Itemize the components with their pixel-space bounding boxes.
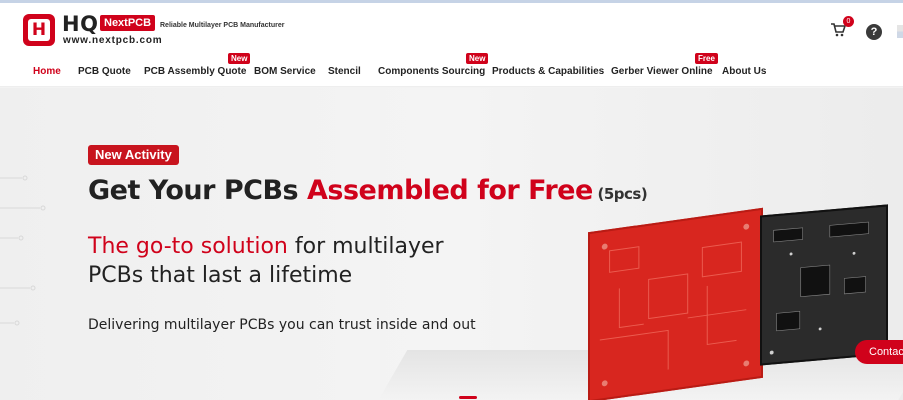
nav-about-us[interactable]: About Us	[722, 66, 766, 77]
red-pcb-traces	[599, 223, 750, 387]
headline-part1: Get Your PCBs	[88, 175, 307, 206]
nav-home[interactable]: Home	[33, 66, 61, 77]
hero-subheadline-line1: The go-to solution for multilayer	[88, 234, 444, 259]
help-icon[interactable]: ?	[866, 24, 882, 40]
hero-subheadline-line2: PCBs that last a lifetime	[88, 263, 353, 288]
main-nav: Home PCB Quote PCB Assembly Quote New BO…	[0, 53, 903, 87]
nav-label: Components Sourcing	[378, 66, 486, 77]
nav-new-badge: New	[228, 53, 251, 64]
new-activity-badge: New Activity	[88, 145, 179, 165]
nav-new-badge: New	[466, 53, 489, 64]
hero-banner[interactable]: New Activity Get Your PCBs Assembled for…	[0, 88, 903, 400]
nav-pcb-quote[interactable]: PCB Quote	[78, 66, 131, 77]
brand-url: www.nextpcb.com	[63, 35, 163, 46]
nav-label: PCB Quote	[78, 66, 131, 77]
nav-label: Gerber Viewer Online	[611, 66, 713, 77]
brand-tagline: Reliable Multilayer PCB Manufacturer	[160, 22, 285, 29]
carousel-indicator[interactable]	[459, 396, 477, 399]
nav-label: Stencil	[328, 66, 361, 77]
nav-components-sourcing[interactable]: Components Sourcing New	[378, 53, 489, 77]
red-pcb-board	[588, 207, 763, 400]
contact-button[interactable]: Contac	[855, 340, 903, 364]
nav-gerber-viewer[interactable]: Gerber Viewer Online Free	[611, 53, 718, 77]
nav-products-capabilities[interactable]: Products & Capabilities	[492, 66, 604, 77]
logo-icon[interactable]: H	[23, 14, 55, 46]
logo-badge[interactable]: NextPCB	[100, 15, 156, 31]
logo-text[interactable]: HQ	[62, 12, 98, 36]
nav-label: PCB Assembly Quote	[144, 66, 247, 77]
logo-letter: H	[28, 19, 50, 41]
cart-count-badge: 0	[843, 16, 854, 27]
nav-label: Home	[33, 66, 61, 77]
language-flag-icon[interactable]	[897, 25, 903, 38]
subheadline-rest: for multilayer	[287, 234, 444, 259]
nav-free-badge: Free	[695, 53, 718, 64]
nav-label: Products & Capabilities	[492, 66, 605, 77]
nav-pcb-assembly-quote[interactable]: PCB Assembly Quote New	[144, 53, 251, 77]
hero-description: Delivering multilayer PCBs you can trust…	[88, 317, 476, 333]
nav-label: About Us	[722, 66, 767, 77]
headline-highlight: Assembled for Free	[307, 175, 593, 206]
nav-label: BOM Service	[254, 66, 316, 77]
nav-stencil[interactable]: Stencil	[328, 66, 361, 77]
subheadline-highlight: The go-to solution	[88, 234, 288, 259]
site-header: H HQ NextPCB Reliable Multilayer PCB Man…	[0, 3, 903, 56]
nav-bom-service[interactable]: BOM Service	[254, 66, 316, 77]
pcb-product-image	[570, 196, 903, 400]
hero-headline: Get Your PCBs Assembled for Free (5pcs)	[88, 175, 648, 206]
circuit-decoration	[0, 175, 46, 326]
